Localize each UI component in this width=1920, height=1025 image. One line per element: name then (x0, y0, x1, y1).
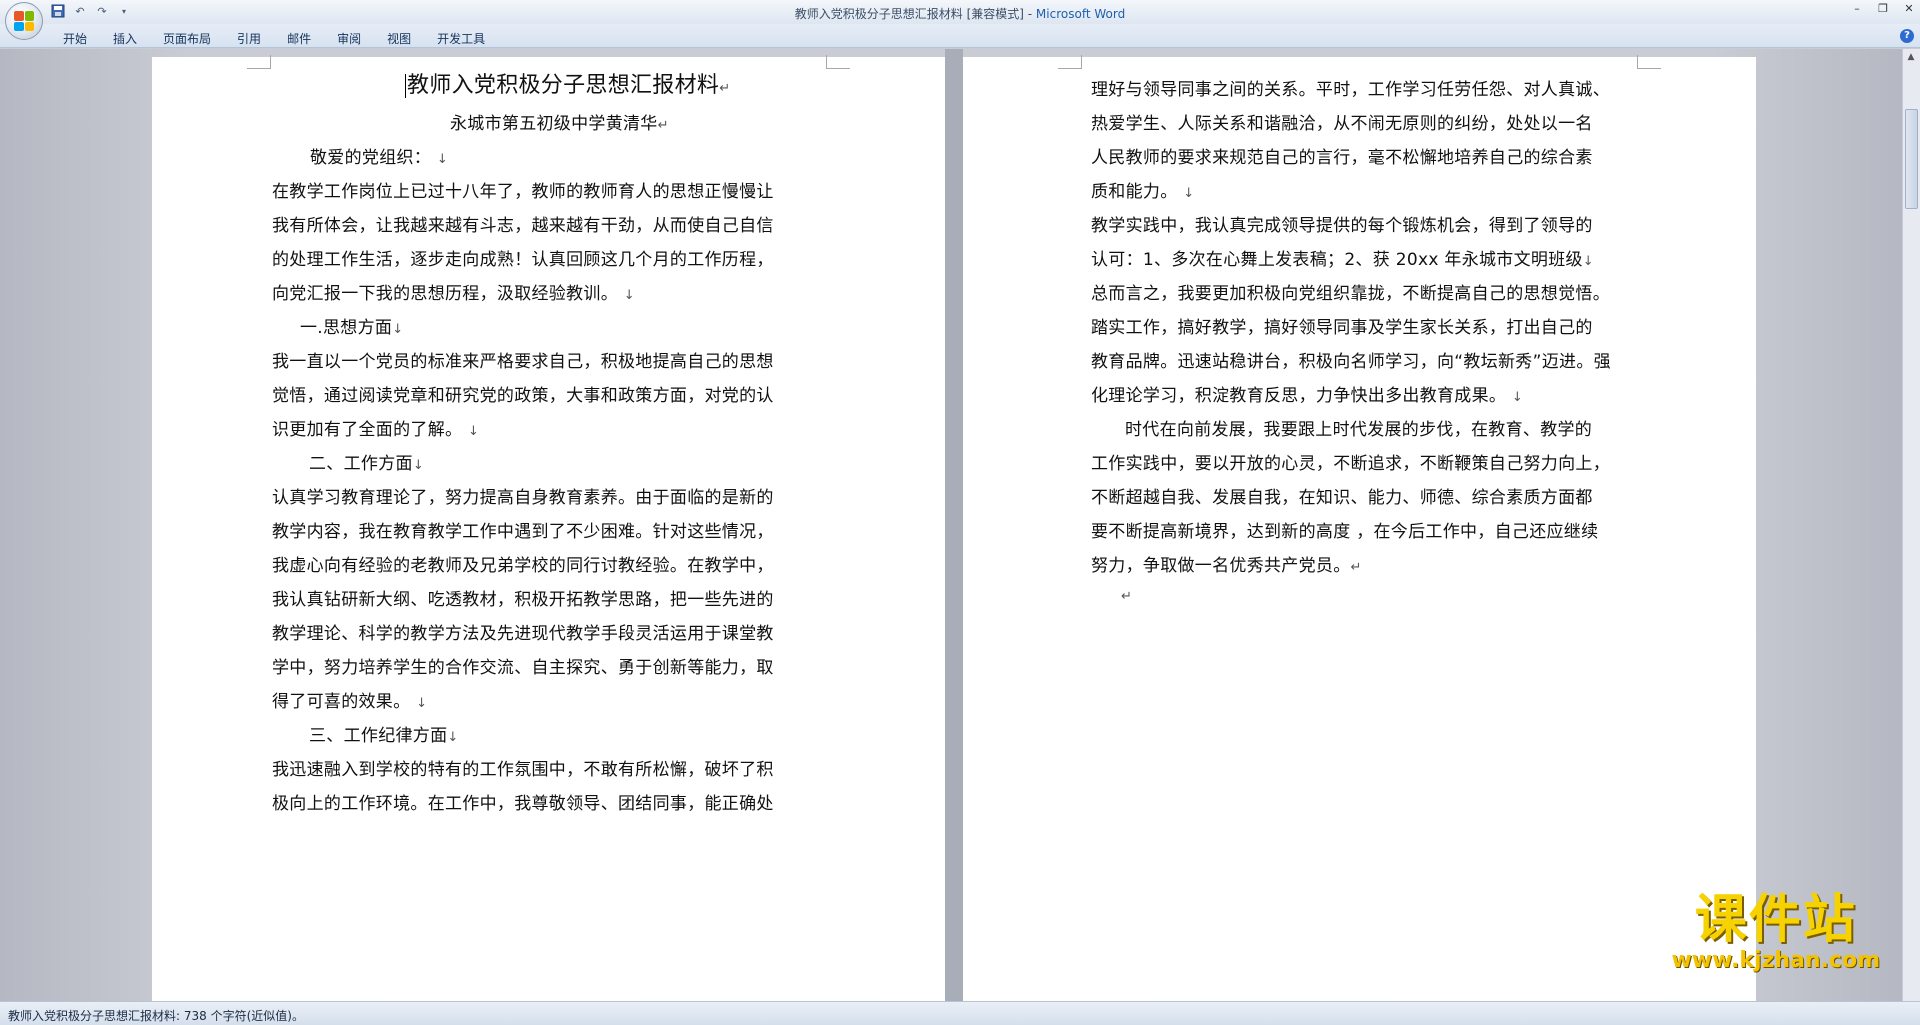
word-count-status[interactable]: 教师入党积极分子思想汇报材料: 738 个字符(近似值)。 (8, 1007, 304, 1024)
text-line: 我认真钻研新大纲、吃透教材，积极开拓教学思路，把一些先进的 (272, 590, 774, 610)
ribbon: 开始 插入 页面布局 引用 邮件 审阅 视图 开发工具 ? (0, 24, 1920, 48)
text-cursor (405, 74, 406, 98)
text-line: 我有所体会，让我越来越有斗志，越来越有干劲，从而使自己自信 (272, 216, 774, 236)
text-line: 在教学工作岗位上已过十八年了，教师的教师育人的思想正慢慢让 (272, 182, 774, 202)
text-line: 极向上的工作环境。在工作中，我尊敬领导、团结同事，能正确处 (272, 794, 774, 814)
text-line: 总而言之，我要更加积极向党组织靠拢，不断提高自己的思想觉悟。 (1091, 284, 1610, 304)
text-line: 认可：1、多次在心舞上发表稿；2、获 20xx 年永城市文明班级↓ (1091, 250, 1594, 270)
tab-review[interactable]: 审阅 (324, 30, 374, 47)
text-line: 质和能力。 ↓ (1091, 182, 1195, 202)
vertical-scrollbar[interactable]: ▲ (1902, 49, 1920, 1001)
text-line: 教学理论、科学的教学方法及先进现代教学手段灵活运用于课堂教 (272, 624, 774, 644)
section-heading: 二、工作方面↓ (309, 454, 425, 474)
window-controls: – ❐ ✕ (1850, 2, 1916, 16)
window-title: 教师入党积极分子思想汇报材料 [兼容模式] - Microsoft Word (0, 5, 1920, 22)
ribbon-tabs: 开始 插入 页面布局 引用 邮件 审阅 视图 开发工具 (50, 30, 498, 47)
tab-developer[interactable]: 开发工具 (424, 30, 498, 47)
office-logo-icon (14, 11, 34, 31)
text-line: 化理论学习，积淀教育反思，力争快出多出教育成果。 ↓ (1091, 386, 1524, 406)
text-line: 学中，努力培养学生的合作交流、自主探究、勇于创新等能力，取 (272, 658, 774, 678)
window-title-doc: 教师入党积极分子思想汇报材料 [兼容模式] - (794, 7, 1036, 21)
restore-icon[interactable]: ❐ (1876, 2, 1890, 16)
text-line: 我迅速融入到学校的特有的工作氛围中，不敢有所松懈，破坏了积 (272, 760, 774, 780)
crop-mark (1637, 55, 1661, 69)
text-line: 敬爱的党组织： ↓ (310, 148, 449, 168)
text-line: 我虚心向有经验的老教师及兄弟学校的同行讨教经验。在教学中， (272, 556, 774, 576)
tab-page-layout[interactable]: 页面布局 (150, 30, 224, 47)
text-line: 教育品牌。迅速站稳讲台，积极向名师学习，向“教坛新秀”迈进。强 (1091, 352, 1611, 372)
watermark-logo: 课件站 www.kjzhan.com (1671, 892, 1880, 973)
document-title: 教师入党积极分子思想汇报材料↵ (405, 73, 731, 98)
tab-view[interactable]: 视图 (374, 30, 424, 47)
tab-mailings[interactable]: 邮件 (274, 30, 324, 47)
text-line: 热爱学生、人际关系和谐融洽，从不闹无原则的纠纷，处处以一名 (1091, 114, 1593, 134)
text-line: 认真学习教育理论了，努力提高自身教育素养。由于面临的是新的 (272, 488, 774, 508)
watermark-title: 课件站 (1694, 890, 1857, 950)
window-title-app: Microsoft Word (1035, 7, 1126, 21)
text-line: 工作实践中，要以开放的心灵，不断追求，不断鞭策自己努力向上， (1091, 454, 1610, 474)
section-heading: 三、工作纪律方面↓ (309, 726, 459, 746)
tab-references[interactable]: 引用 (224, 30, 274, 47)
minimize-icon[interactable]: – (1850, 2, 1864, 16)
tab-insert[interactable]: 插入 (100, 30, 150, 47)
office-button[interactable] (5, 2, 43, 40)
page-right[interactable]: 理好与领导同事之间的关系。平时，工作学习任劳任怨、对人真诚、 热爱学生、人际关系… (963, 55, 1756, 1001)
text-line: 要不断提高新境界，达到新的高度 ，在今后工作中，自己还应继续 (1091, 522, 1599, 542)
text-line: 我一直以一个党员的标准来严格要求自己，积极地提高自己的思想 (272, 352, 774, 372)
text-line: 理好与领导同事之间的关系。平时，工作学习任劳任怨、对人真诚、 (1091, 80, 1610, 100)
text-line: 觉悟，通过阅读党章和研究党的政策，大事和政策方面，对党的认 (272, 386, 774, 406)
scroll-up-icon[interactable]: ▲ (1903, 49, 1919, 65)
text-line: 时代在向前发展，我要跟上时代发展的步伐，在教育、教学的 (1125, 420, 1593, 440)
text-line: 不断超越自我、发展自我，在知识、能力、师德、综合素质方面都 (1091, 488, 1593, 508)
text-line: 踏实工作，搞好教学，搞好领导同事及学生家长关系，打出自己的 (1091, 318, 1593, 338)
page-divider (945, 49, 963, 1001)
document-workspace[interactable]: 教师入党积极分子思想汇报材料↵ 永城市第五初级中学黄清华↵ 敬爱的党组织： ↓ … (0, 49, 1902, 1001)
watermark-url: www.kjzhan.com (1671, 948, 1880, 973)
text-line: 教学内容，我在教育教学工作中遇到了不少困难。针对这些情况， (272, 522, 774, 542)
section-heading: 一.思想方面↓ (300, 318, 404, 338)
text-line: 教学实践中，我认真完成领导提供的每个锻炼机会，得到了领导的 (1091, 216, 1593, 236)
text-line: 向党汇报一下我的思想历程，汲取经验教训。 ↓ (272, 284, 635, 304)
text-line: 识更加有了全面的了解。 ↓ (272, 420, 480, 440)
text-line: 的处理工作生活，逐步走向成熟！认真回顾这几个月的工作历程， (272, 250, 774, 270)
crop-mark (826, 55, 850, 69)
status-bar: 教师入党积极分子思想汇报材料: 738 个字符(近似值)。 (0, 1001, 1920, 1025)
tab-home[interactable]: 开始 (50, 30, 100, 47)
page-left[interactable]: 教师入党积极分子思想汇报材料↵ 永城市第五初级中学黄清华↵ 敬爱的党组织： ↓ … (152, 55, 945, 1001)
close-icon[interactable]: ✕ (1902, 2, 1916, 16)
crop-mark (1058, 55, 1082, 69)
text-line: 得了可喜的效果。 ↓ (272, 692, 428, 712)
scrollbar-thumb[interactable] (1905, 109, 1918, 209)
help-icon[interactable]: ? (1900, 29, 1914, 43)
empty-paragraph: ↵ (1121, 589, 1133, 604)
document-subtitle: 永城市第五初级中学黄清华↵ (450, 114, 669, 134)
crop-mark (247, 55, 271, 69)
title-bar: ↶ ↷ ▾ 教师入党积极分子思想汇报材料 [兼容模式] - Microsoft … (0, 0, 1920, 24)
text-line: 努力，争取做一名优秀共产党员。↵ (1091, 556, 1362, 576)
text-line: 人民教师的要求来规范自己的言行，毫不松懈地培养自己的综合素 (1091, 148, 1593, 168)
